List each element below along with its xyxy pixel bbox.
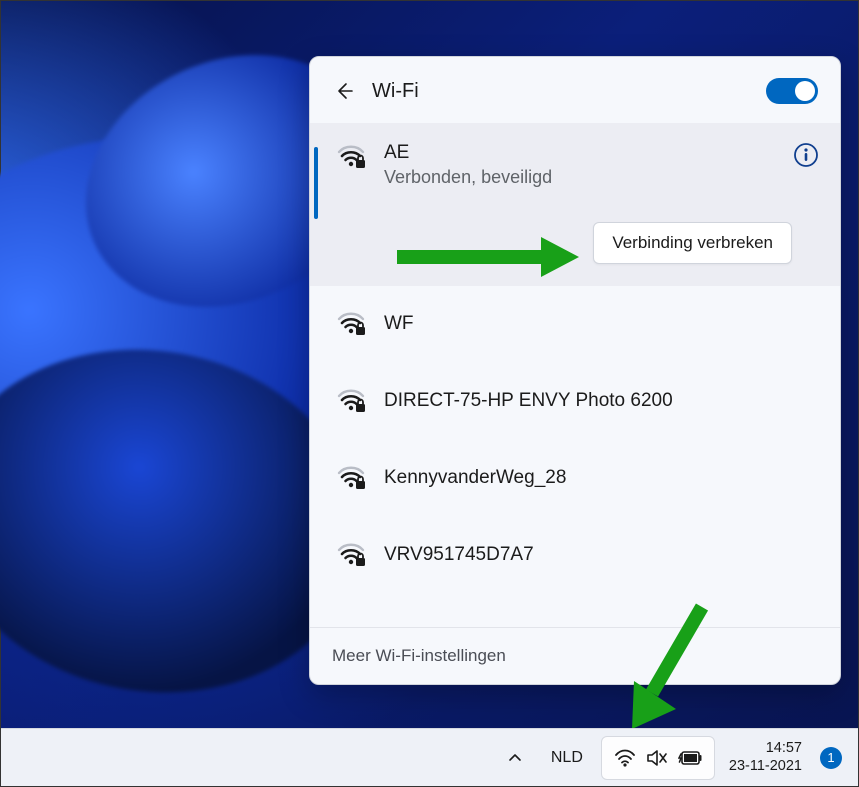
- chevron-up-icon: [507, 750, 523, 766]
- network-status: Verbonden, beveiligd: [384, 167, 792, 188]
- network-name: VRV951745D7A7: [384, 543, 820, 567]
- wifi-secure-icon: [336, 387, 370, 418]
- panel-title: Wi-Fi: [372, 80, 766, 103]
- tray-overflow-button[interactable]: [497, 736, 533, 780]
- clock-time: 14:57: [729, 740, 802, 757]
- wifi-toggle[interactable]: [766, 78, 818, 104]
- wifi-icon: [614, 749, 636, 767]
- network-item[interactable]: DIRECT-75-HP ENVY Photo 6200: [310, 363, 840, 440]
- clock-date-text: 23-11-2021: [729, 758, 802, 775]
- network-info-button[interactable]: [792, 141, 820, 169]
- toggle-knob: [795, 81, 815, 101]
- clock-date[interactable]: 14:57 23-11-2021: [723, 736, 808, 780]
- wifi-flyout-panel: Wi-Fi AE Verbonden, beveiligd: [309, 56, 841, 685]
- language-indicator[interactable]: NLD: [541, 736, 593, 780]
- network-item[interactable]: KennyvanderWeg_28: [310, 440, 840, 517]
- wifi-secure-icon: [336, 464, 370, 495]
- network-list: AE Verbonden, beveiligd Verbinding verbr…: [310, 123, 840, 627]
- wifi-secure-icon: [336, 541, 370, 572]
- disconnect-button[interactable]: Verbinding verbreken: [593, 222, 792, 264]
- network-labels: AE Verbonden, beveiligd Verbinding verbr…: [384, 141, 792, 264]
- more-wifi-settings-link[interactable]: Meer Wi-Fi-instellingen: [310, 627, 840, 684]
- back-button[interactable]: [328, 75, 360, 107]
- arrow-left-icon: [334, 81, 354, 101]
- network-name: KennyvanderWeg_28: [384, 466, 820, 490]
- taskbar: NLD 14:57 23-11-2021 1: [1, 728, 858, 786]
- panel-header: Wi-Fi: [310, 57, 840, 123]
- network-item-connected[interactable]: AE Verbonden, beveiligd Verbinding verbr…: [310, 123, 840, 286]
- system-tray-quick-settings[interactable]: [601, 736, 715, 780]
- network-name: DIRECT-75-HP ENVY Photo 6200: [384, 389, 820, 413]
- wifi-secure-icon: [336, 143, 370, 174]
- notification-center-button[interactable]: 1: [816, 736, 846, 780]
- volume-muted-icon: [646, 749, 668, 767]
- network-name: WF: [384, 312, 820, 336]
- network-item[interactable]: VRV951745D7A7: [310, 517, 840, 594]
- info-icon: [793, 142, 819, 168]
- battery-charging-icon: [678, 750, 702, 766]
- wifi-secure-icon: [336, 310, 370, 341]
- network-name: AE: [384, 141, 792, 165]
- notification-badge: 1: [820, 747, 842, 769]
- network-item[interactable]: WF: [310, 286, 840, 363]
